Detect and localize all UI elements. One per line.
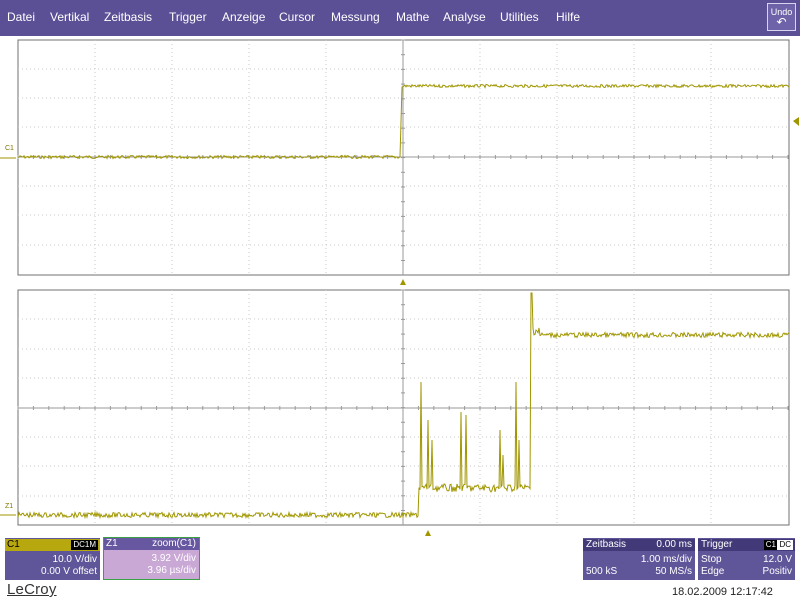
z1-name: Z1 (106, 538, 118, 549)
trigger-source-badge: C1 (763, 540, 778, 550)
trigger-type: Edge (701, 566, 725, 577)
trigger-panel[interactable]: Trigger C1 DC Stop 12.0 V Edge Positiv (698, 538, 795, 580)
trigger-mode: Stop (701, 554, 722, 565)
c1-trace-label: C1 (5, 145, 14, 152)
timebase-rate: 50 MS/s (655, 566, 692, 577)
waveform-display (0, 39, 799, 536)
trigger-level: 12.0 V (763, 554, 792, 565)
c1-channel-panel[interactable]: C1 DC1M 10.0 V/div 0.00 V offset (5, 538, 100, 580)
z1-tdiv: 3.96 µs/div (147, 565, 196, 576)
upper-trigger-marker (400, 279, 406, 285)
c1-coupling-badge: DC1M (71, 540, 98, 550)
timebase-panel[interactable]: Zeitbasis 0.00 ms 1.00 ms/div 500 kS 50 … (583, 538, 695, 580)
trigger-coupling-badge: DC (777, 540, 793, 550)
trigger-slope: Positiv (762, 566, 792, 577)
c1-name: C1 (7, 539, 20, 550)
lecroy-logo: LeCroy (7, 581, 57, 598)
lower-trigger-marker (425, 530, 431, 536)
timebase-samples: 500 kS (586, 566, 618, 577)
timebase-delay: 0.00 ms (656, 539, 692, 550)
z1-source: zoom(C1) (152, 538, 196, 549)
date-time: 18.02.2009 12:17:42 (672, 586, 773, 598)
z1-vdiv: 3.92 V/div (151, 553, 196, 564)
trigger-level-marker[interactable] (793, 117, 799, 126)
z1-trace-label: Z1 (5, 503, 14, 510)
timebase-tdiv: 1.00 ms/div (640, 554, 692, 565)
trigger-title: Trigger (701, 539, 733, 550)
timebase-title: Zeitbasis (586, 539, 627, 550)
z1-math-panel[interactable]: Z1 zoom(C1) 3.92 V/div 3.96 µs/div (103, 537, 200, 580)
c1-offset: 0.00 V offset (41, 566, 97, 577)
c1-vdiv: 10.0 V/div (52, 554, 97, 565)
